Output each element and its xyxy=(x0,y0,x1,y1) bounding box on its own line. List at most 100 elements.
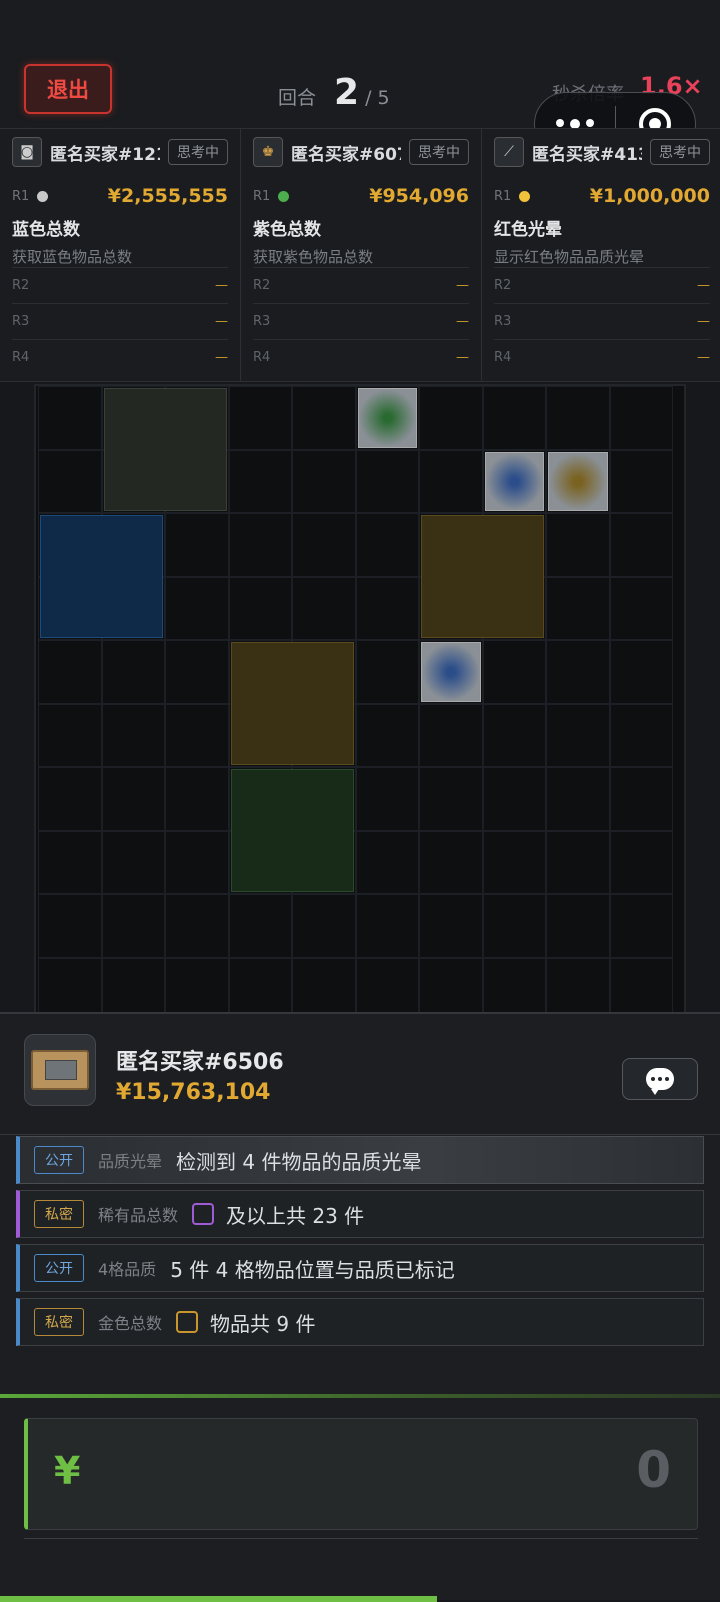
board-cell[interactable] xyxy=(609,703,673,767)
round-row: R2— xyxy=(494,267,710,303)
item-glow-gold[interactable] xyxy=(548,451,608,511)
board-cell[interactable] xyxy=(292,894,356,958)
board-cell[interactable] xyxy=(546,830,610,894)
chat-button[interactable] xyxy=(622,1058,698,1100)
item-glow-blue[interactable] xyxy=(484,451,544,511)
board-cell[interactable] xyxy=(101,830,165,894)
board-cell[interactable] xyxy=(165,576,229,640)
board-cell[interactable] xyxy=(38,386,102,450)
board-cell[interactable] xyxy=(609,957,673,1012)
gold-quality-swatch xyxy=(176,1311,199,1333)
board-cell[interactable] xyxy=(228,957,292,1012)
bid-input[interactable]: ¥ 0 xyxy=(24,1418,698,1530)
board-cell[interactable] xyxy=(609,449,673,513)
board-cell[interactable] xyxy=(609,640,673,704)
board-cell[interactable] xyxy=(546,576,610,640)
board-cell[interactable] xyxy=(355,830,419,894)
progress-bar xyxy=(0,1596,437,1602)
board-cell[interactable] xyxy=(355,767,419,831)
board-cell[interactable] xyxy=(38,957,102,1012)
board-cell[interactable] xyxy=(101,703,165,767)
board-cell[interactable] xyxy=(228,576,292,640)
board-cell[interactable] xyxy=(101,894,165,958)
board-cell[interactable] xyxy=(38,449,102,513)
buyers-panel: ◙ 匿名买家#121 思考中 R1 ¥2,555,555 蓝色总数 获取蓝色物品… xyxy=(0,128,720,382)
item-glow-blue[interactable] xyxy=(421,642,481,702)
board-cell[interactable] xyxy=(609,894,673,958)
board-cell[interactable] xyxy=(165,830,229,894)
item-blue-large[interactable] xyxy=(40,515,163,638)
board-cell[interactable] xyxy=(546,767,610,831)
board-cell[interactable] xyxy=(419,957,483,1012)
board-cell[interactable] xyxy=(38,703,102,767)
board-cell[interactable] xyxy=(165,767,229,831)
board-cell[interactable] xyxy=(609,576,673,640)
board-cell[interactable] xyxy=(165,894,229,958)
item-glow-green[interactable] xyxy=(357,388,417,448)
player-name: 匿名买家#6506 xyxy=(116,1050,284,1075)
board-cell[interactable] xyxy=(419,894,483,958)
knife-icon: ⟋ xyxy=(494,137,524,167)
item-gray-large[interactable] xyxy=(103,388,227,511)
board-cell[interactable] xyxy=(609,830,673,894)
board-cell[interactable] xyxy=(355,957,419,1012)
board-cell[interactable] xyxy=(355,576,419,640)
board-cell[interactable] xyxy=(419,830,483,894)
board-cell[interactable] xyxy=(355,703,419,767)
clue-row: 私密 稀有品总数 及以上共 23 件 xyxy=(16,1190,704,1238)
board-cell[interactable] xyxy=(482,894,546,958)
board-cell[interactable] xyxy=(546,386,610,450)
board-cell[interactable] xyxy=(546,640,610,704)
board-cell[interactable] xyxy=(482,767,546,831)
board-cell[interactable] xyxy=(101,957,165,1012)
board-cell[interactable] xyxy=(292,386,356,450)
item-board[interactable] xyxy=(34,384,686,1014)
exit-button[interactable]: 退出 xyxy=(24,64,112,114)
board-cell[interactable] xyxy=(419,386,483,450)
board-cell[interactable] xyxy=(609,513,673,577)
buyer-skill-desc: 显示红色物品品质光晕 xyxy=(494,248,645,266)
board-cell[interactable] xyxy=(228,386,292,450)
board-cell[interactable] xyxy=(546,957,610,1012)
board-cell[interactable] xyxy=(101,767,165,831)
board-cell[interactable] xyxy=(546,513,610,577)
board-cell[interactable] xyxy=(292,449,356,513)
board-cell[interactable] xyxy=(609,767,673,831)
board-cell[interactable] xyxy=(165,513,229,577)
item-green-large[interactable] xyxy=(230,769,354,892)
board-cell[interactable] xyxy=(165,957,229,1012)
board-cell[interactable] xyxy=(482,386,546,450)
board-cell[interactable] xyxy=(228,513,292,577)
board-cell[interactable] xyxy=(38,894,102,958)
board-cell[interactable] xyxy=(101,640,165,704)
round-row: R2— xyxy=(12,267,228,303)
board-cell[interactable] xyxy=(482,703,546,767)
board-cell[interactable] xyxy=(355,449,419,513)
board-cell[interactable] xyxy=(38,640,102,704)
board-cell[interactable] xyxy=(228,449,292,513)
board-cell[interactable] xyxy=(419,767,483,831)
board-cell[interactable] xyxy=(355,894,419,958)
board-cell[interactable] xyxy=(355,640,419,704)
board-cell[interactable] xyxy=(419,449,483,513)
board-cell[interactable] xyxy=(609,386,673,450)
board-cell[interactable] xyxy=(165,703,229,767)
round-label: R1 xyxy=(253,188,271,204)
board-cell[interactable] xyxy=(546,703,610,767)
board-cell[interactable] xyxy=(165,640,229,704)
item-gold-large[interactable] xyxy=(421,515,544,638)
buyer-bid: ¥1,000,000 xyxy=(589,185,710,207)
board-cell[interactable] xyxy=(228,894,292,958)
board-cell[interactable] xyxy=(292,576,356,640)
board-cell[interactable] xyxy=(292,957,356,1012)
board-cell[interactable] xyxy=(419,703,483,767)
board-cell[interactable] xyxy=(482,830,546,894)
board-cell[interactable] xyxy=(292,513,356,577)
item-gold-large[interactable] xyxy=(230,642,354,765)
board-cell[interactable] xyxy=(482,640,546,704)
board-cell[interactable] xyxy=(546,894,610,958)
board-cell[interactable] xyxy=(482,957,546,1012)
board-cell[interactable] xyxy=(38,830,102,894)
board-cell[interactable] xyxy=(355,513,419,577)
board-cell[interactable] xyxy=(38,767,102,831)
